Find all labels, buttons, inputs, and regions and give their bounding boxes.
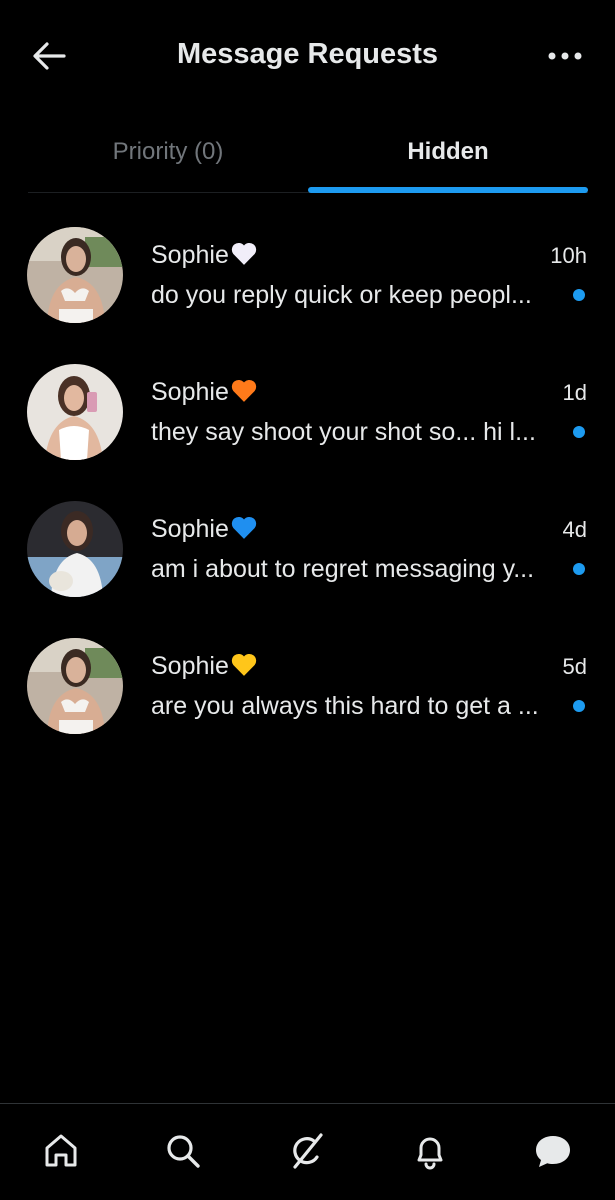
more-horizontal-icon xyxy=(548,52,582,60)
message-preview: am i about to regret messaging y... xyxy=(151,555,535,583)
message-time: 1d xyxy=(562,380,587,405)
search-icon xyxy=(167,1135,200,1168)
active-tab-indicator xyxy=(308,187,588,193)
nav-notifications[interactable] xyxy=(405,1126,455,1176)
tab-hidden-label: Hidden xyxy=(407,138,489,165)
page-title: Message Requests xyxy=(176,38,439,70)
nav-messages[interactable] xyxy=(528,1126,578,1176)
sender-name: Sophie xyxy=(151,241,258,270)
sender-name-text: Sophie xyxy=(151,378,229,406)
sender-name: Sophie xyxy=(151,378,258,407)
unread-indicator xyxy=(573,563,585,575)
sender-name: Sophie xyxy=(151,652,258,681)
conversation-row[interactable]: Sophie 1d they say shoot your shot so...… xyxy=(0,342,615,479)
sender-name-text: Sophie xyxy=(151,652,229,680)
conversation-list: Sophie 10h do you reply quick or keep pe… xyxy=(0,205,615,753)
message-preview: do you reply quick or keep peopl... xyxy=(151,281,532,309)
yellow-heart-icon xyxy=(231,653,256,676)
unread-indicator xyxy=(573,289,585,301)
home-icon xyxy=(45,1134,77,1167)
white-heart-icon xyxy=(231,242,256,265)
orange-heart-icon xyxy=(231,379,256,402)
conversation-row[interactable]: Sophie 4d am i about to regret messaging… xyxy=(0,479,615,616)
message-preview: they say shoot your shot so... hi l... xyxy=(151,418,536,446)
message-time: 5d xyxy=(562,654,587,679)
tab-priority[interactable]: Priority (0) xyxy=(28,120,308,192)
nav-grok[interactable] xyxy=(282,1126,332,1176)
unread-indicator xyxy=(573,700,585,712)
top-header: Message Requests xyxy=(0,0,615,110)
conversation-row[interactable]: Sophie 5d are you always this hard to ge… xyxy=(0,616,615,753)
messages-icon xyxy=(536,1136,570,1167)
message-preview: are you always this hard to get a ... xyxy=(151,692,539,720)
nav-home[interactable] xyxy=(36,1126,86,1176)
message-time: 4d xyxy=(562,517,587,542)
avatar[interactable] xyxy=(27,227,123,323)
avatar[interactable] xyxy=(27,638,123,734)
grok-icon xyxy=(293,1133,323,1169)
sender-name: Sophie xyxy=(151,515,258,544)
tab-priority-label: Priority (0) xyxy=(112,138,224,165)
bottom-navigation xyxy=(0,1103,615,1200)
nav-search[interactable] xyxy=(158,1126,208,1176)
unread-indicator xyxy=(573,426,585,438)
notifications-icon xyxy=(417,1137,443,1170)
more-options-button[interactable] xyxy=(543,38,587,74)
sender-name-text: Sophie xyxy=(151,515,229,543)
avatar[interactable] xyxy=(27,364,123,460)
sender-name-text: Sophie xyxy=(151,241,229,269)
conversation-row[interactable]: Sophie 10h do you reply quick or keep pe… xyxy=(0,205,615,342)
blue-heart-icon xyxy=(231,516,256,539)
avatar[interactable] xyxy=(27,501,123,597)
message-time: 10h xyxy=(550,243,587,268)
request-tabs: Priority (0) Hidden xyxy=(28,120,588,193)
tab-hidden[interactable]: Hidden xyxy=(308,120,588,193)
